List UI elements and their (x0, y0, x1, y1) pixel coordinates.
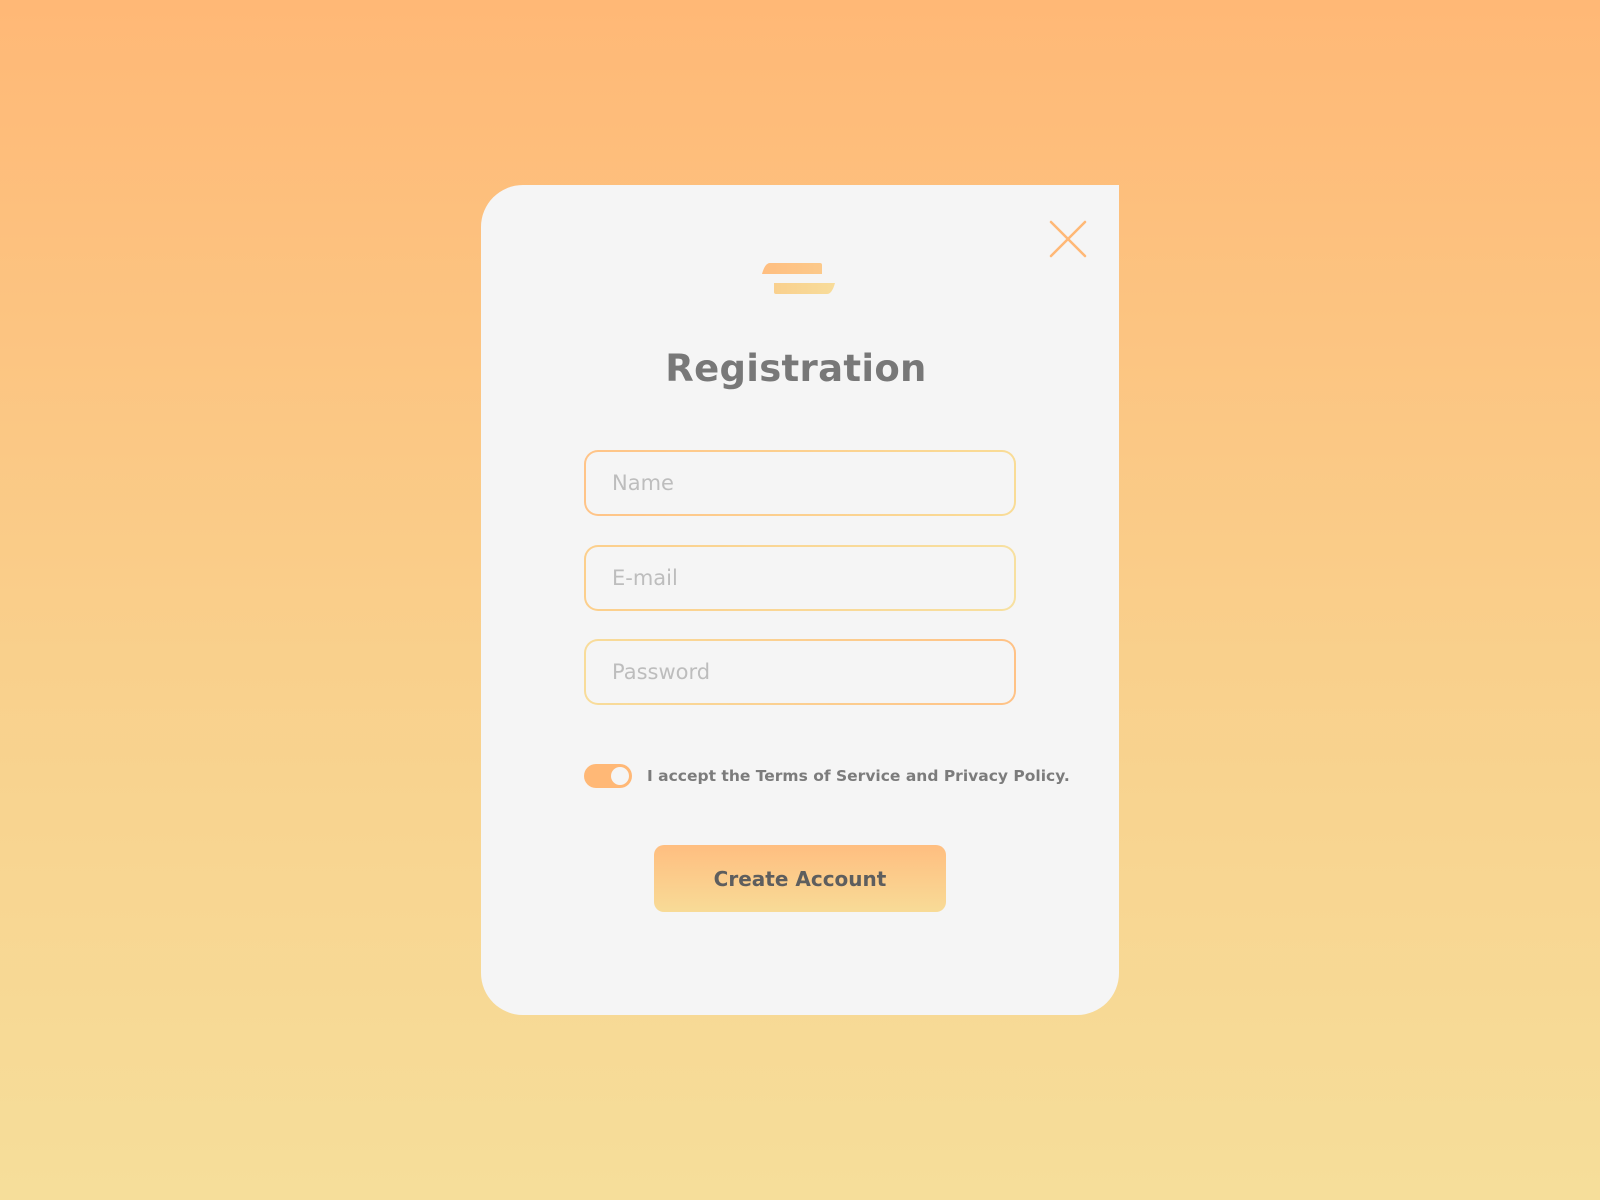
page-title: Registration (665, 347, 927, 390)
password-input[interactable] (586, 641, 1014, 703)
toggle-knob (611, 767, 629, 785)
brand-logo-icon (762, 261, 836, 297)
terms-toggle[interactable] (584, 764, 632, 788)
create-account-button[interactable]: Create Account (654, 845, 946, 912)
terms-consent-label: I accept the Terms of Service and Privac… (647, 767, 1070, 785)
name-field (584, 450, 1016, 516)
close-button[interactable] (1048, 219, 1088, 259)
terms-consent-row: I accept the Terms of Service and Privac… (584, 763, 1070, 789)
password-field (584, 639, 1016, 705)
registration-dialog: Registration I accept the Terms of Servi… (481, 185, 1119, 1015)
close-icon (1049, 220, 1087, 258)
name-input[interactable] (586, 452, 1014, 514)
email-input[interactable] (586, 547, 1014, 609)
email-field (584, 545, 1016, 611)
